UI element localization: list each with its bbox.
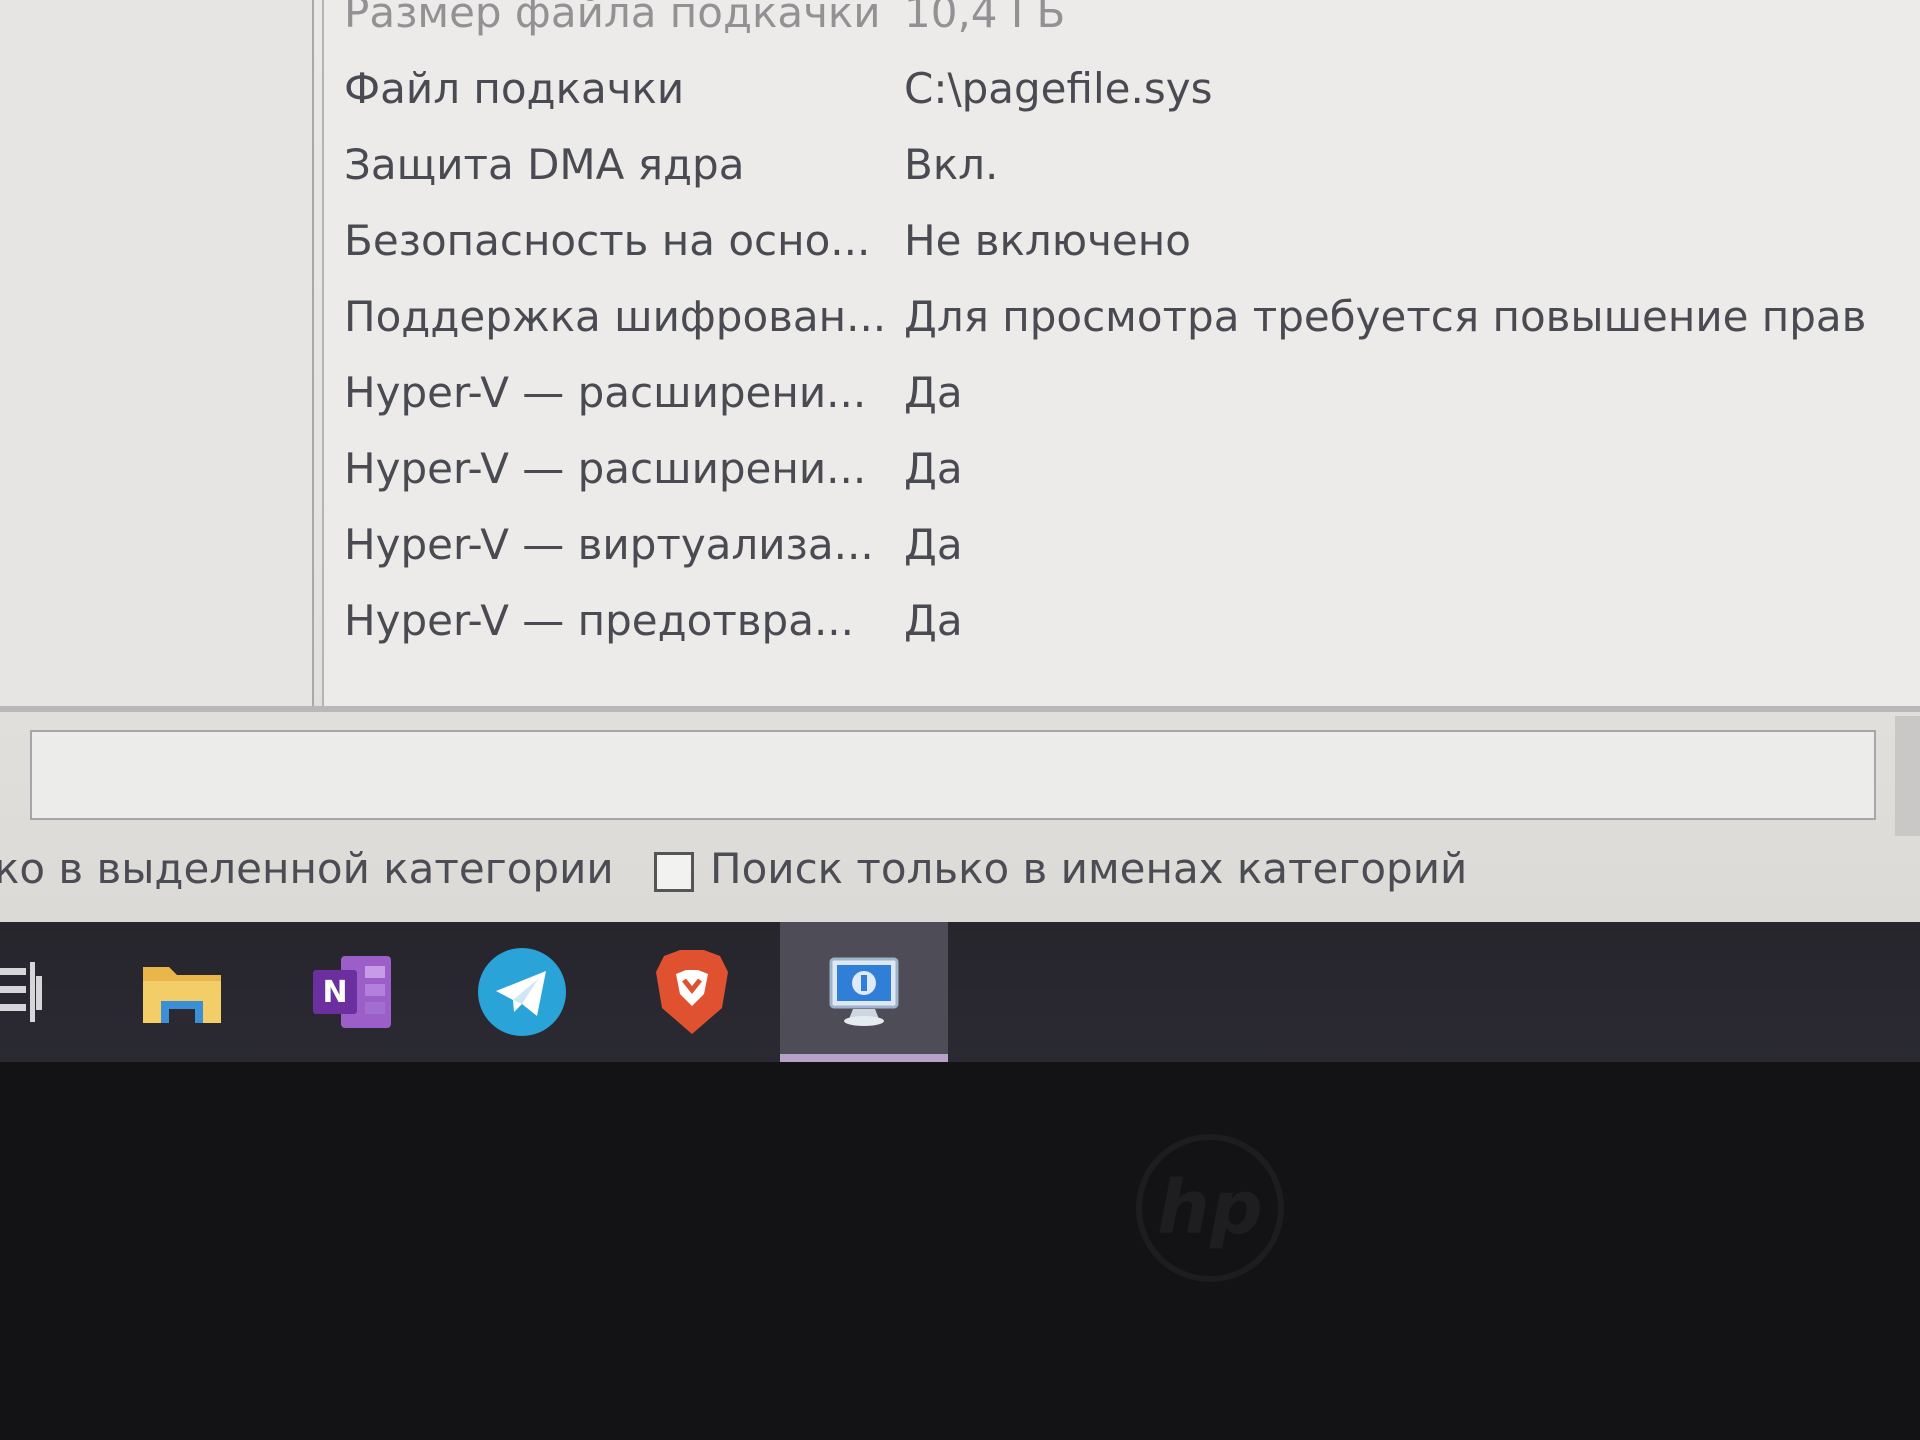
laptop-bezel bbox=[0, 1062, 1920, 1440]
details-row[interactable]: Hyper-V — предотвра... Да bbox=[344, 580, 1904, 656]
hp-logo: hp bbox=[1136, 1134, 1284, 1282]
item-value: Да bbox=[904, 444, 963, 493]
search-category-names-label[interactable]: Поиск только в именах категорий bbox=[710, 844, 1467, 893]
onenote-icon[interactable]: N bbox=[268, 922, 436, 1062]
brave-browser-icon[interactable] bbox=[608, 922, 776, 1062]
item-value: Вкл. bbox=[904, 140, 999, 189]
system-information-window: Размер файла подкачки 10,4 ГБ Файл подка… bbox=[0, 0, 1920, 922]
find-button-edge[interactable] bbox=[1895, 716, 1920, 836]
item-value: Для просмотра требуется повышение прав bbox=[904, 292, 1867, 341]
details-row[interactable]: Защита DMA ядра Вкл. bbox=[344, 124, 1904, 200]
find-what-input[interactable] bbox=[30, 730, 1876, 820]
item-name: Hyper-V — расширени... bbox=[344, 444, 867, 493]
onenote-letter: N bbox=[322, 975, 347, 1010]
system-information-icon[interactable] bbox=[780, 922, 948, 1062]
telegram-icon[interactable] bbox=[438, 922, 606, 1062]
details-row[interactable]: Hyper-V — виртуализа... Да bbox=[344, 504, 1904, 580]
item-name: Размер файла подкачки bbox=[344, 0, 881, 37]
details-row[interactable]: Размер файла подкачки 10,4 ГБ bbox=[344, 0, 1904, 48]
category-tree-pane[interactable] bbox=[0, 0, 314, 706]
file-explorer-icon[interactable] bbox=[98, 922, 266, 1062]
find-options: ко в выделенной категории Поиск только в… bbox=[0, 840, 1920, 900]
item-name: Файл подкачки bbox=[344, 64, 685, 113]
item-name: Hyper-V — предотвра... bbox=[344, 596, 855, 645]
item-value: 10,4 ГБ bbox=[904, 0, 1066, 37]
details-list: Размер файла подкачки 10,4 ГБ Файл подка… bbox=[344, 0, 1904, 656]
details-row[interactable]: Безопасность на осно... Не включено bbox=[344, 200, 1904, 276]
item-value: C:\pagefile.sys bbox=[904, 64, 1213, 113]
details-pane: Размер файла подкачки 10,4 ГБ Файл подка… bbox=[322, 0, 1920, 706]
item-name: Поддержка шифрован... bbox=[344, 292, 884, 341]
item-value: Да bbox=[904, 596, 963, 645]
item-name: Безопасность на осно... bbox=[344, 216, 871, 265]
details-row[interactable]: Hyper-V — расширени... Да bbox=[344, 352, 1904, 428]
search-selected-category-option[interactable]: ко в выделенной категории bbox=[0, 844, 614, 893]
details-row[interactable]: Файл подкачки C:\pagefile.sys bbox=[344, 48, 1904, 124]
item-value: Не включено bbox=[904, 216, 1191, 265]
active-app-indicator bbox=[780, 1054, 948, 1062]
item-name: Hyper-V — расширени... bbox=[344, 368, 867, 417]
item-value: Да bbox=[904, 368, 963, 417]
pane-divider[interactable] bbox=[0, 706, 1920, 712]
search-category-names-checkbox[interactable] bbox=[654, 852, 694, 892]
item-name: Hyper-V — виртуализа... bbox=[344, 520, 874, 569]
details-row[interactable]: Hyper-V — расширени... Да bbox=[344, 428, 1904, 504]
details-row[interactable]: Поддержка шифрован... Для просмотра треб… bbox=[344, 276, 1904, 352]
task-view-icon[interactable] bbox=[0, 962, 44, 1022]
taskbar: N bbox=[0, 922, 1920, 1062]
item-name: Защита DMA ядра bbox=[344, 140, 745, 189]
item-value: Да bbox=[904, 520, 963, 569]
